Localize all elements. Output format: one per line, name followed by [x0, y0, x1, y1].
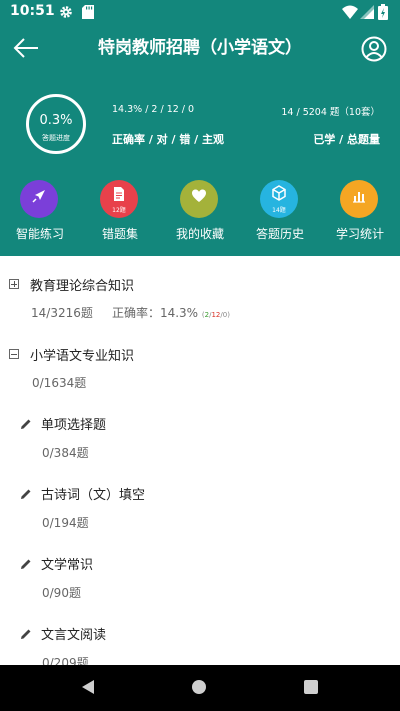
- pencil-icon: [21, 489, 31, 499]
- answer-history-circle: 14题: [260, 180, 298, 218]
- list-item[interactable]: 古诗词（文）填空 0/194题: [0, 482, 400, 534]
- feature-label: 我的收藏: [175, 227, 224, 241]
- favorites-circle: [180, 180, 218, 218]
- item-count: 0/90题: [42, 586, 81, 600]
- smart-practice-circle: [20, 180, 58, 218]
- bar-chart-icon: [353, 192, 365, 203]
- pencil-icon: [21, 559, 31, 569]
- page-title: 特岗教师招聘（小学语文）: [98, 38, 302, 58]
- section-chinese-professional[interactable]: 小学语文专业知识 0/1634题: [0, 342, 400, 392]
- feature-label: 学习统计: [335, 227, 384, 241]
- accuracy-stats-label: 正确率 / 对 / 错 / 主观: [112, 133, 225, 146]
- status-bar: 10:51: [0, 0, 400, 24]
- document-icon: [114, 187, 124, 201]
- nav-home-icon[interactable]: [192, 680, 206, 694]
- section-title: 教育理论综合知识: [30, 279, 135, 294]
- wifi-icon: [342, 5, 358, 19]
- back-arrow-icon[interactable]: [12, 36, 40, 60]
- cube-icon: [272, 185, 286, 201]
- section-title: 小学语文专业知识: [30, 349, 135, 364]
- pencil-icon: [21, 629, 31, 639]
- wrong-questions-circle: 12题: [100, 180, 138, 218]
- battery-icon: [378, 4, 388, 20]
- system-nav-bar: [0, 665, 400, 711]
- item-count: 0/384题: [42, 446, 89, 460]
- header: 10:51 特岗教师招聘（小学语文） 0.3% 答题进度 14.3% / 2 /…: [0, 0, 400, 256]
- study-stats-circle: [340, 180, 378, 218]
- section-count: 0/1634题: [32, 376, 87, 390]
- progress-label: 答题进度: [42, 134, 70, 142]
- gear-icon: [60, 6, 72, 18]
- item-title: 古诗词（文）填空: [41, 488, 146, 503]
- rocket-icon: [32, 190, 45, 203]
- section-stats: 14/3216题 正确率：14.3% (2/12/0): [31, 304, 230, 321]
- heart-icon: [192, 189, 206, 202]
- list-item[interactable]: 文言文阅读 0/209题: [0, 622, 400, 665]
- item-title: 文言文阅读: [41, 628, 107, 643]
- list-item[interactable]: 文学常识 0/90题: [0, 552, 400, 604]
- wrong-count-badge: 12题: [112, 207, 126, 214]
- feature-label: 答题历史: [255, 227, 304, 241]
- user-avatar-icon[interactable]: [361, 36, 387, 62]
- feature-label: 智能练习: [15, 227, 64, 241]
- item-count: 0/194题: [42, 516, 89, 530]
- sd-card-icon: [82, 5, 94, 19]
- feature-label: 错题集: [101, 227, 138, 241]
- collapse-minus-icon[interactable]: [9, 349, 19, 359]
- section-count: 14/3216题: [31, 306, 93, 320]
- accuracy-stats-value: 14.3% / 2 / 12 / 0: [112, 104, 195, 115]
- paren-close: ): [227, 311, 230, 319]
- status-time: 10:51: [10, 3, 55, 19]
- learned-stats-label: 已学 / 总题量: [313, 133, 380, 146]
- learned-stats-value: 14 / 5204 题（10套）: [281, 107, 380, 118]
- nav-back-icon[interactable]: [80, 679, 96, 695]
- item-title: 文学常识: [41, 558, 94, 573]
- nav-recent-apps-icon[interactable]: [304, 680, 318, 694]
- expand-plus-icon[interactable]: [9, 279, 19, 289]
- signal-icon: [360, 5, 374, 19]
- accuracy-value: 14.3%: [159, 306, 199, 320]
- section-education-theory[interactable]: 教育理论综合知识 14/3216题 正确率：14.3% (2/12/0): [0, 272, 400, 322]
- progress-ring: 0.3% 答题进度: [26, 94, 86, 154]
- progress-percent: 0.3%: [39, 113, 73, 128]
- accuracy-label: 正确率：: [111, 306, 160, 320]
- history-count-badge: 14题: [272, 207, 286, 214]
- pencil-icon: [21, 419, 31, 429]
- list-item[interactable]: 单项选择题 0/384题: [0, 412, 400, 464]
- item-title: 单项选择题: [41, 418, 107, 433]
- item-count: 0/209题: [42, 656, 89, 665]
